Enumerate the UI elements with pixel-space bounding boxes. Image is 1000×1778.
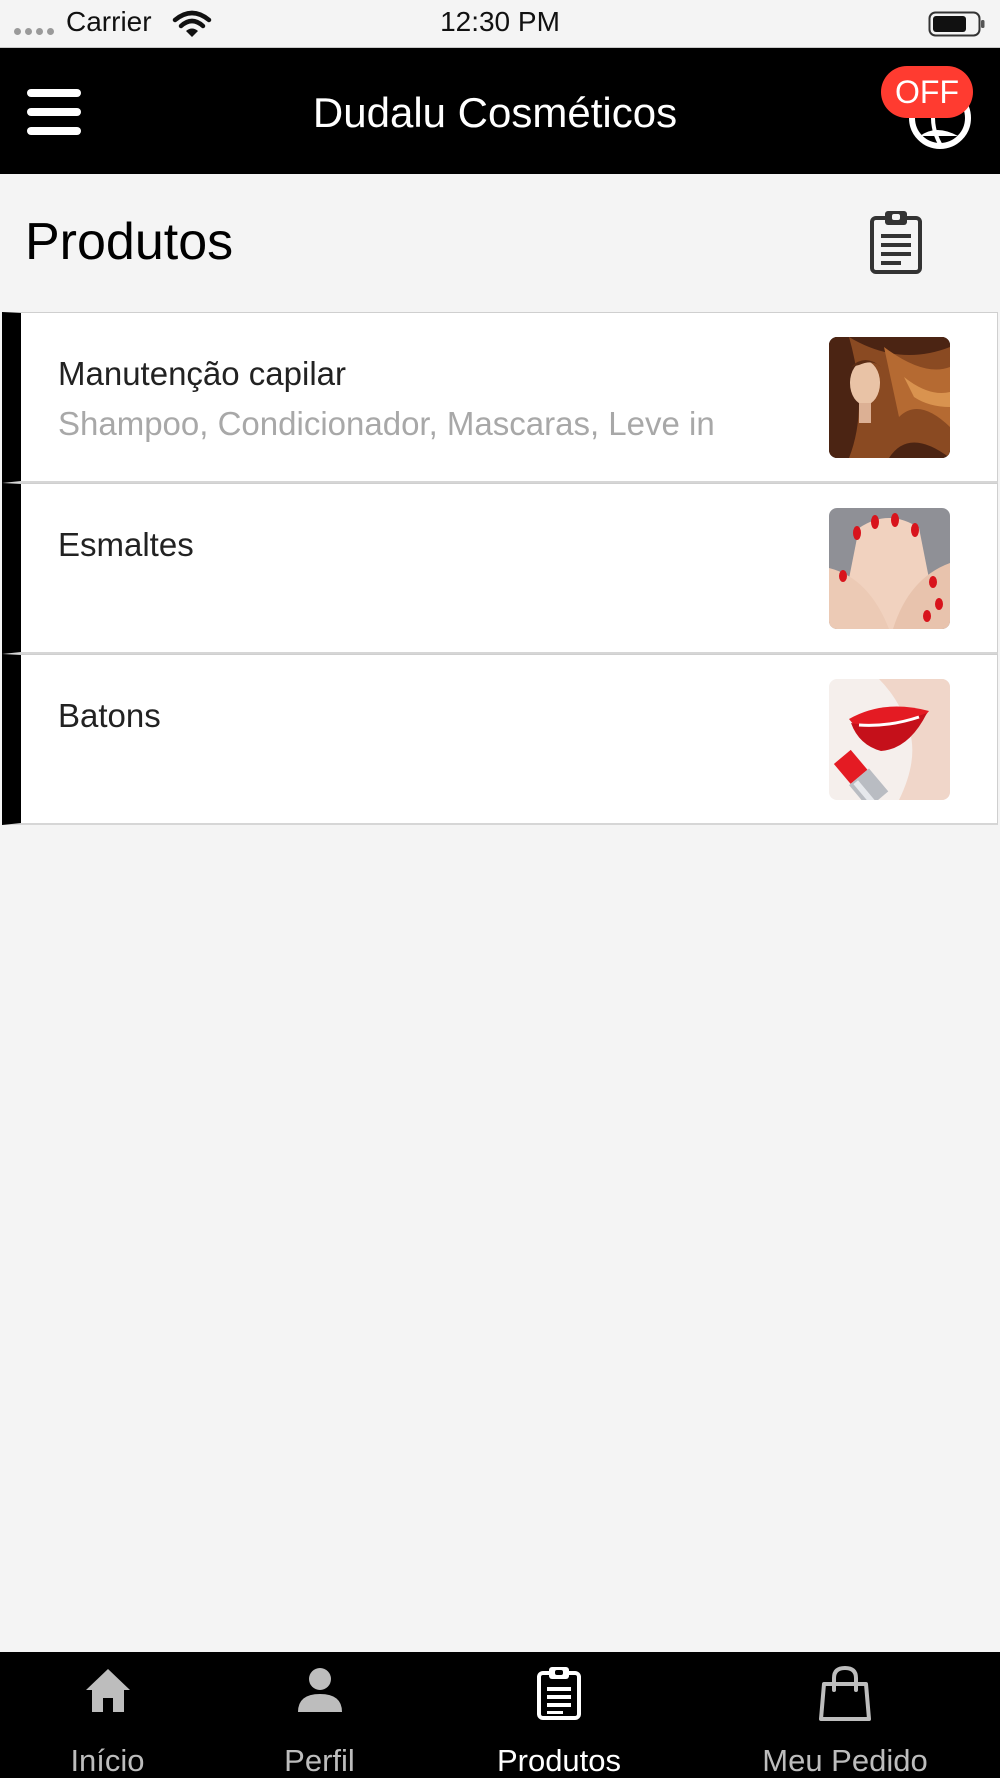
- page-title: Produtos: [25, 213, 234, 271]
- lipstick-photo: [829, 679, 950, 800]
- tab-produtos[interactable]: Produtos: [459, 1652, 659, 1778]
- clipboard-icon: [537, 1667, 581, 1720]
- tab-label: Produtos: [496, 1743, 622, 1778]
- status-time: 12:30 PM: [440, 6, 560, 37]
- product-name: Batons: [58, 697, 161, 734]
- list-item[interactable]: Esmaltes: [2, 483, 998, 654]
- home-icon: [85, 1669, 130, 1712]
- product-name: Manutenção capilar: [58, 355, 347, 392]
- battery-icon: [928, 11, 985, 37]
- product-description: Shampoo, Condicionador, Mascaras, Leve i…: [58, 405, 715, 442]
- list-item[interactable]: Batons: [2, 654, 998, 825]
- list-item[interactable]: Manutenção capilar Shampoo, Condicionado…: [2, 312, 998, 483]
- tab-bar: Início Perfil Produtos Meu Pedido: [0, 1652, 1000, 1778]
- shopping-bag-icon: [819, 1666, 871, 1721]
- app-header: Dudalu Cosméticos OFF: [0, 48, 1000, 174]
- product-list: Manutenção capilar Shampoo, Condicionado…: [2, 312, 998, 825]
- tab-perfil[interactable]: Perfil: [222, 1652, 417, 1778]
- tab-inicio[interactable]: Início: [10, 1652, 205, 1778]
- hair-photo: [829, 337, 950, 458]
- status-badge[interactable]: OFF: [881, 66, 973, 118]
- status-bar: Carrier 12:30 PM: [0, 0, 1000, 48]
- nails-photo: [829, 508, 950, 629]
- app-title: Dudalu Cosméticos: [312, 89, 678, 136]
- tab-label: Meu Pedido: [762, 1743, 928, 1778]
- tab-label: Início: [70, 1743, 145, 1778]
- tab-meu-pedido[interactable]: Meu Pedido: [740, 1652, 950, 1778]
- product-name: Esmaltes: [58, 526, 194, 563]
- clipboard-icon[interactable]: [868, 210, 924, 274]
- tab-label: Perfil: [284, 1743, 355, 1778]
- person-icon: [297, 1668, 342, 1712]
